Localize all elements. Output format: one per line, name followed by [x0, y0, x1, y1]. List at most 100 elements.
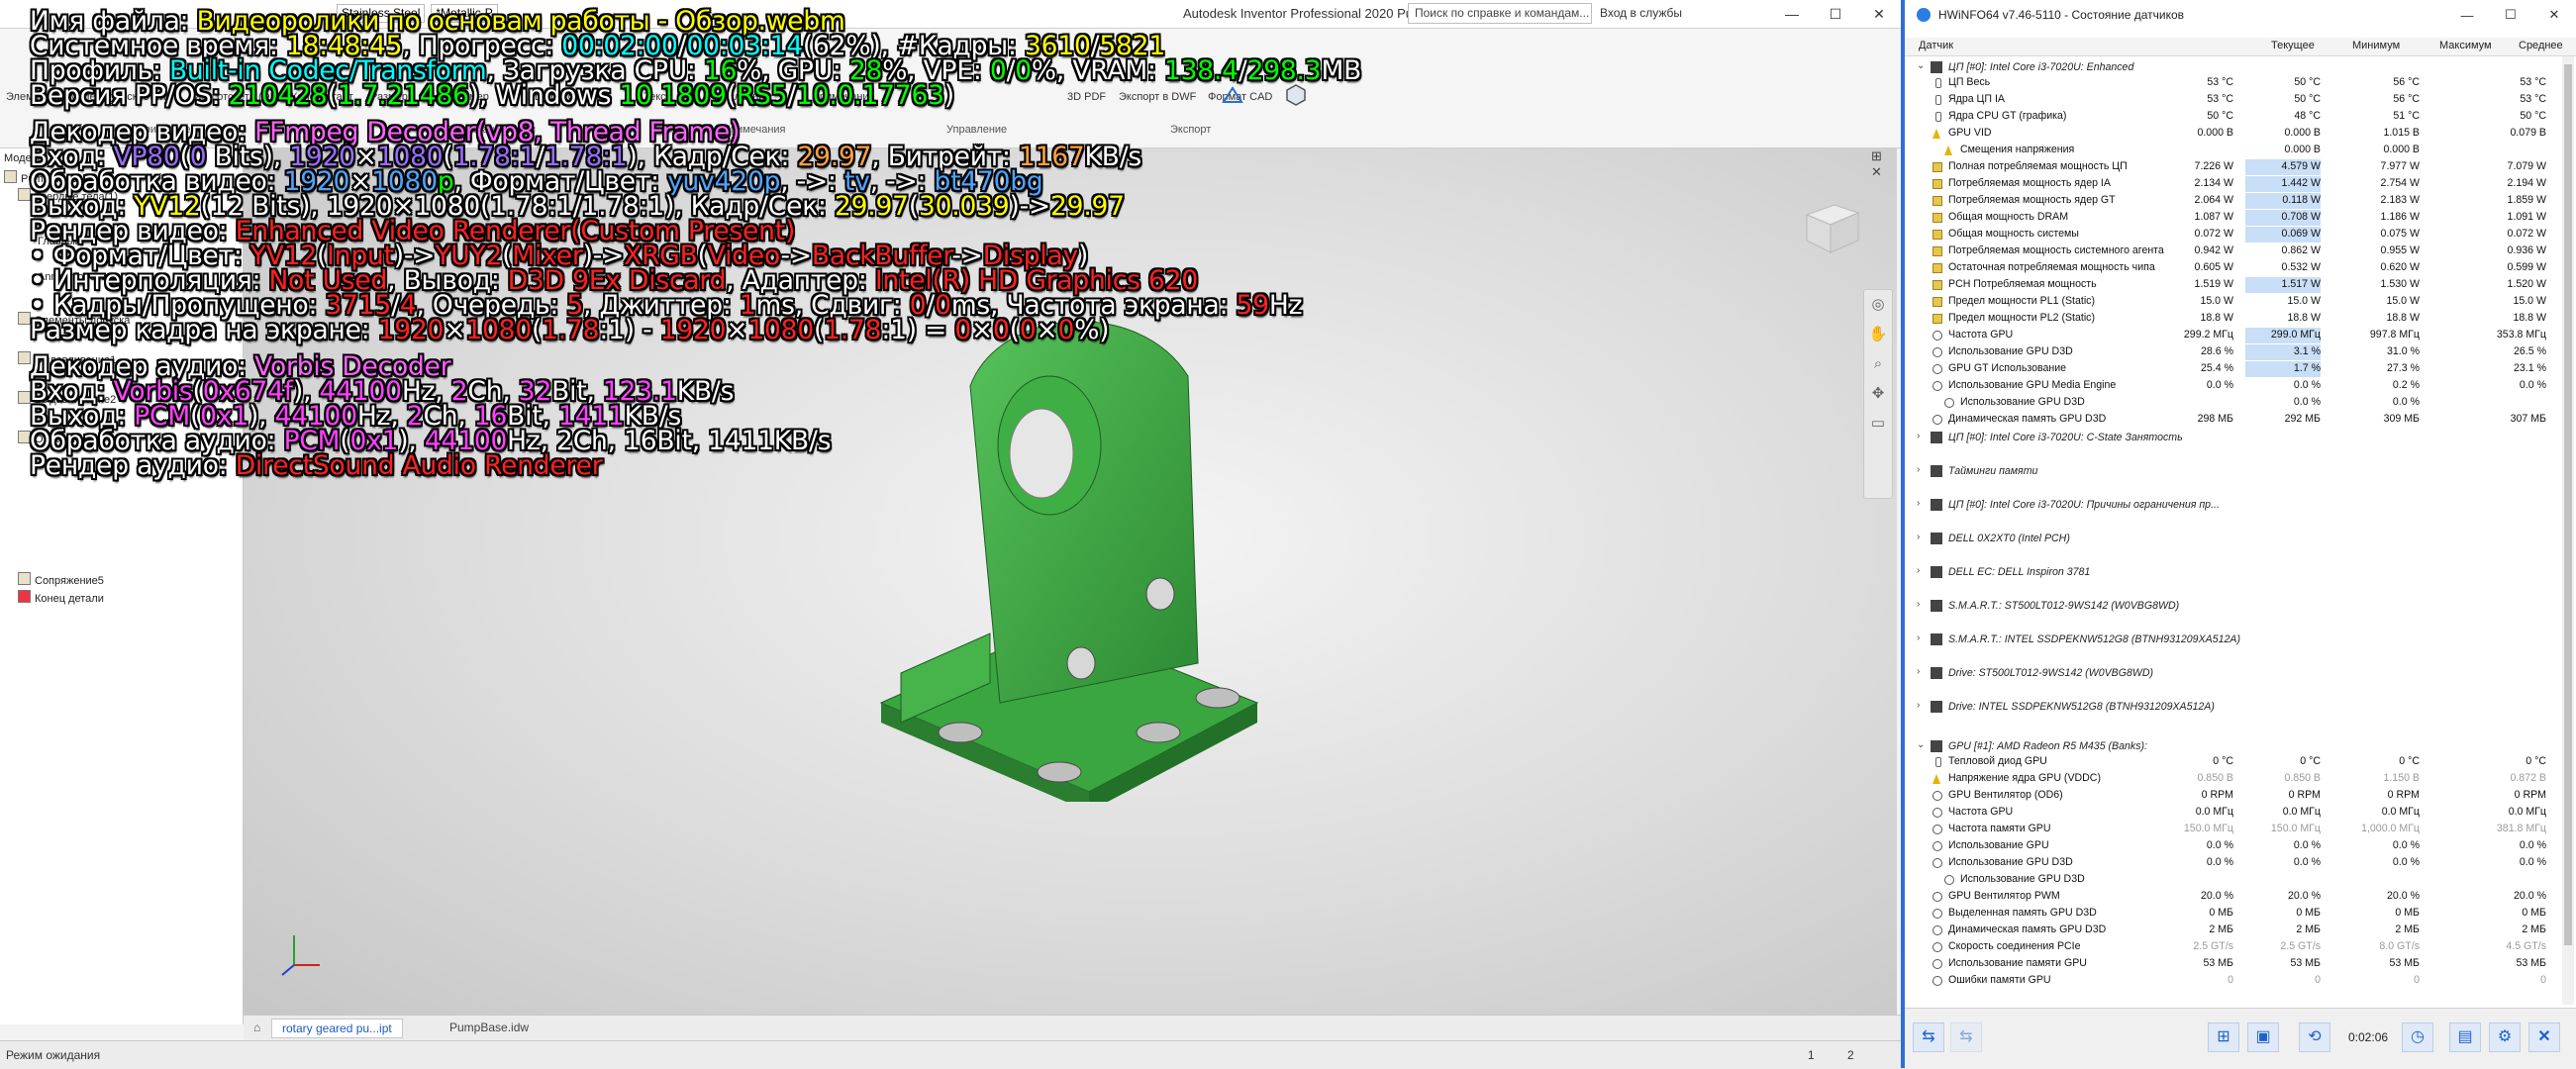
chevron-down-icon[interactable]: ⌄ [1917, 739, 1925, 750]
sensor-row[interactable]: GPU Вентилятор (OD6) 0 RPM 0 RPM 0 RPM 0 RPM [1905, 788, 2558, 805]
sensor-group[interactable]: › Drive: ST500LT012-9WS142 (W0VBG8WD) [1905, 664, 2558, 684]
look-at-icon[interactable]: ▭ [1864, 409, 1892, 438]
sensor-row[interactable]: Частота GPU 0.0 МГц 0.0 МГц 0.0 МГц 0.0 МГц [1905, 805, 2558, 822]
sign-in-link[interactable]: Вход в службы [1600, 6, 1682, 20]
tree-item[interactable]: Сопряжение5 [18, 572, 104, 587]
sensor-row[interactable]: Использование GPU D3D 0.0 % 0.0 % 0.0 % 0.0 … [1905, 855, 2558, 872]
sensor-group[interactable]: › DELL EC: DELL Inspiron 3781 [1905, 563, 2558, 583]
sensor-row[interactable]: GPU VID 0.000 В 0.000 В 1.015 В 0.079 В [1905, 126, 2558, 143]
sensor-group[interactable]: › S.M.A.R.T.: INTEL SSDPEKNW512G8 (BTNH93… [1905, 631, 2558, 650]
tree-item[interactable]: Главный [38, 236, 81, 247]
sensor-row[interactable]: Остаточная потребляемая мощность чипа 0.6… [1905, 260, 2558, 277]
sensor-group[interactable]: › S.M.A.R.T.: ST500LT012-9WS142 (W0VBG8WD… [1905, 597, 2558, 617]
tree-item[interactable]: Твердые тела(1) [18, 188, 118, 203]
ribbon-button[interactable]: Консультант [291, 91, 353, 103]
minimize-button[interactable]: — [2445, 0, 2489, 30]
chevron-right-icon[interactable]: › [1917, 599, 1920, 610]
minimize-button[interactable]: — [1770, 0, 1814, 28]
chevron-right-icon[interactable]: › [1917, 498, 1920, 509]
ribbon-button[interactable]: Базы отсчета (DRF) [188, 91, 288, 103]
chevron-right-icon[interactable]: › [1917, 431, 1920, 441]
appearance-select[interactable]: *Metallic-P [431, 4, 498, 23]
sensor-row[interactable]: GPU Вентилятор PWM 20.0 % 20.0 % 20.0 % 20.0… [1905, 889, 2558, 906]
steering-wheel-icon[interactable]: ◎ [1864, 290, 1892, 320]
ribbon-button[interactable]: Текст [644, 91, 671, 103]
tree-item[interactable]: Выдавливание2 [18, 391, 116, 406]
zoom-icon[interactable]: ⌕ [1864, 349, 1892, 379]
close-button[interactable]: ✕ [2532, 0, 2576, 30]
chevron-right-icon[interactable]: › [1917, 565, 1920, 576]
column-header-avg[interactable]: Среднее [2519, 40, 2563, 51]
ribbon-button[interactable]: Экспорт в DWF [1119, 91, 1196, 103]
sensor-row[interactable]: ЦП Весь 53 °C 50 °C 56 °C 53 °C [1905, 75, 2558, 92]
sensor-row[interactable]: Использование GPU D3D 0.0 % 0.0 % [1905, 395, 2558, 412]
column-header-min[interactable]: Минимум [2352, 40, 2400, 51]
ribbon-button[interactable]: Условное [723, 91, 771, 103]
tab-pumpbase-idw[interactable]: PumpBase.idw [440, 1019, 539, 1038]
column-header-current[interactable]: Текущее [2271, 40, 2315, 51]
sensor-row[interactable]: Потребляемая мощность системного агента 0… [1905, 243, 2558, 260]
maximize-button[interactable]: ☐ [2489, 0, 2532, 30]
sensor-row[interactable]: Выделенная память GPU D3D 0 МБ 0 МБ 0 МБ 0 М… [1905, 906, 2558, 923]
sensor-row[interactable]: Ядра CPU GT (графика) 50 °C 48 °C 51 °C 50 °… [1905, 109, 2558, 126]
help-search-input[interactable]: Поиск по справке и командам... [1408, 3, 1592, 24]
package-icon[interactable] [1283, 82, 1309, 108]
monitor-icon[interactable]: ▣ [2247, 1022, 2279, 1052]
export-icon[interactable] [1220, 82, 1245, 108]
sensor-row[interactable]: Ошибки памяти GPU 0 0 0 0 [1905, 973, 2558, 990]
ribbon-button[interactable]: 3D PDF [1067, 91, 1106, 103]
sensor-row[interactable]: Использование GPU Media Engine 0.0 % 0.0 %… [1905, 378, 2558, 395]
tree-item-root[interactable]: Pump Base [4, 170, 77, 185]
pan-icon[interactable]: ✋ [1864, 320, 1892, 349]
sensor-row[interactable]: Полная потребляемая мощность ЦП 7.226 W 4.… [1905, 159, 2558, 176]
chevron-right-icon[interactable]: › [1917, 700, 1920, 711]
sensor-row[interactable]: Общая мощность системы 0.072 W 0.069 W 0.07… [1905, 227, 2558, 243]
sensor-row[interactable]: Напряжение ядра GPU (VDDC) 0.850 В 0.850 В… [1905, 771, 2558, 788]
home-tab-icon[interactable]: ⌂ [244, 1019, 270, 1038]
viewcube-icon[interactable] [1797, 193, 1866, 262]
ribbon-button[interactable]: Размер [451, 91, 489, 103]
sensor-group[interactable]: › Тайминги памяти [1905, 462, 2558, 482]
sensor-row[interactable]: Смещения напряжения 0.000 В 0.000 В [1905, 143, 2558, 159]
sensor-row[interactable]: Динамическая память GPU D3D 298 МБ 292 МБ 3… [1905, 412, 2558, 429]
sensor-row[interactable]: Использование GPU 0.0 % 0.0 % 0.0 % 0.0 % [1905, 838, 2558, 855]
chevron-right-icon[interactable]: › [1917, 464, 1920, 475]
sensor-row[interactable]: Скорость соединения PCIe 2.5 GT/s 2.5 GT/s… [1905, 939, 2558, 956]
sensor-row[interactable]: Использование GPU D3D [1905, 872, 2558, 889]
ribbon-button[interactable]: Шероховатость [535, 91, 613, 103]
sensor-row[interactable]: Динамическая память GPU D3D 2 МБ 2 МБ 2 МБ 2… [1905, 923, 2558, 939]
tab-rotary-geared[interactable]: rotary geared pu...ipt [271, 1019, 403, 1038]
material-select[interactable]: Stainless Steel [337, 4, 426, 23]
sensor-group[interactable]: › ЦП [#0]: Intel Core i3-7020U: Причины о… [1905, 496, 2558, 516]
scrollbar-thumb[interactable] [2564, 64, 2572, 945]
sensor-row[interactable]: GPU GT Использование 25.4 % 1.7 % 27.3 % 23.… [1905, 361, 2558, 378]
sync-icon[interactable]: ⟲ [2299, 1022, 2330, 1052]
sensor-row[interactable]: Использование памяти GPU 53 МБ 53 МБ 53 МБ 5… [1905, 956, 2558, 973]
tree-item[interactable]: Конец детали [18, 590, 104, 605]
sensor-row[interactable]: Частота GPU 299.2 МГц 299.0 МГц 997.8 МГц 35… [1905, 328, 2558, 344]
viewport-controls[interactable]: ⊞ ✕ [1871, 148, 1893, 179]
sensor-row[interactable]: PCH Потребляемая мощность 1.519 W 1.517 W1… [1905, 277, 2558, 294]
ribbon-button[interactable]: Размеры [370, 91, 416, 103]
arrows-left-right-icon[interactable]: ⇆ [1913, 1022, 1944, 1052]
column-header-sensor[interactable]: Датчик [1919, 40, 1953, 51]
settings-icon[interactable]: ⚙ [2489, 1022, 2521, 1052]
clock-icon[interactable]: ◷ [2402, 1022, 2433, 1052]
orbit-icon[interactable]: ✥ [1864, 379, 1892, 409]
chevron-down-icon[interactable]: ⌄ [1917, 60, 1925, 71]
tree-item[interactable]: Элементы допуска [18, 312, 130, 327]
tree-item[interactable]: AnnotationSN [38, 271, 105, 283]
sensor-group[interactable]: › DELL 0X2XT0 (Intel PCH) [1905, 530, 2558, 549]
tree-item[interactable]: Выдавливание1 [18, 351, 116, 366]
close-sensors-icon[interactable]: ✕ [2528, 1022, 2560, 1052]
add-report-icon[interactable]: ▤ [2449, 1022, 2481, 1052]
sensor-row[interactable]: Использование GPU D3D 28.6 % 3.1 % 31.0 % 26… [1905, 344, 2558, 361]
sensor-row[interactable]: Потребляемая мощность ядер IA 2.134 W 1.44… [1905, 176, 2558, 193]
chevron-right-icon[interactable]: › [1917, 632, 1920, 643]
maximize-button[interactable]: ☐ [1814, 0, 1857, 28]
vertical-scrollbar[interactable] [2562, 56, 2574, 1005]
sensor-row[interactable]: Общая мощность DRAM 1.087 W 0.708 W 1.186 W… [1905, 210, 2558, 227]
column-header-max[interactable]: Максимум [2439, 40, 2492, 51]
tree-item[interactable]: Отверстие1 [18, 431, 94, 445]
sensor-row[interactable]: Ядра ЦП IA 53 °C 50 °C 56 °C 53 °C [1905, 92, 2558, 109]
